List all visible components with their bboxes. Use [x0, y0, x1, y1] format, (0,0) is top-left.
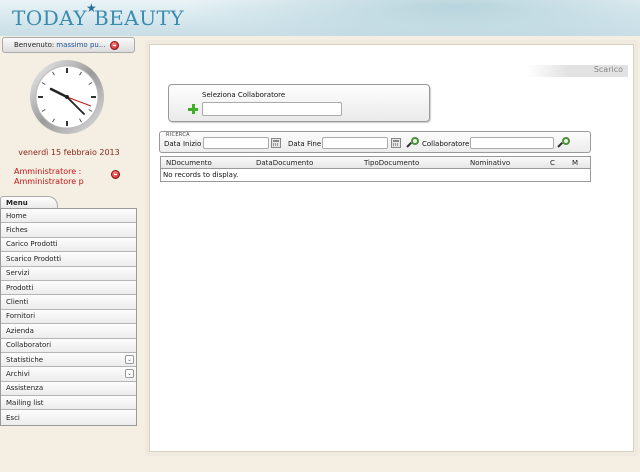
- menu-item-label: Scarico Prodotti: [6, 254, 62, 263]
- chevron-down-icon[interactable]: ⌄: [125, 369, 134, 379]
- app-logo: TODAY BEAUTY: [12, 6, 185, 30]
- documents-grid: NDocumento DataDocumento TipoDocumento N…: [160, 156, 591, 182]
- date-end-input[interactable]: [322, 137, 388, 149]
- admin-info: Amministratore : Amministratore p: [14, 167, 84, 187]
- column-m[interactable]: M: [572, 159, 578, 167]
- menu-item-label: Home: [6, 211, 27, 220]
- search-legend: RICERCA: [166, 132, 190, 138]
- welcome-bar: Benvenuto: massimo pu...: [2, 37, 135, 53]
- column-nominativo[interactable]: Nominativo: [470, 159, 510, 167]
- main-panel: Scarico Seleziona Collaboratore RICERCA …: [149, 44, 634, 452]
- menu-tab: Menu: [0, 196, 58, 208]
- column-c[interactable]: C: [550, 159, 555, 167]
- menu-item-clienti[interactable]: Clienti: [1, 295, 136, 310]
- menu-item-label: Carico Prodotti: [6, 240, 58, 249]
- analog-clock: [30, 60, 104, 134]
- collaborator-label: Seleziona Collaboratore: [202, 91, 286, 99]
- menu-item-servizi[interactable]: Servizi: [1, 266, 136, 281]
- collaborator-input[interactable]: [202, 102, 342, 116]
- add-collaborator-icon[interactable]: [188, 104, 198, 114]
- chevron-down-icon[interactable]: ⌄: [125, 355, 134, 365]
- collaborator-search-icon[interactable]: [557, 137, 570, 149]
- app-header: TODAY BEAUTY ★: [0, 0, 640, 36]
- date-end-label: Data Fine: [288, 140, 322, 148]
- logo-star-icon: ★: [86, 1, 97, 15]
- menu-item-fiches[interactable]: Fiches: [1, 223, 136, 238]
- menu-item-scarico-prodotti[interactable]: Scarico Prodotti: [1, 252, 136, 267]
- menu-item-esci[interactable]: Esci: [1, 410, 136, 425]
- menu-item-assistenza[interactable]: Assistenza: [1, 381, 136, 397]
- header-sky: [180, 0, 640, 36]
- column-datadocumento[interactable]: DataDocumento: [256, 159, 313, 167]
- menu-item-mailing-list[interactable]: Mailing list: [1, 396, 136, 411]
- menu-item-prodotti[interactable]: Prodotti: [1, 280, 136, 296]
- date-start-label: Data Inizio: [164, 140, 202, 148]
- menu-item-label: Mailing list: [6, 398, 44, 407]
- menu-item-collaboratori[interactable]: Collaboratori: [1, 338, 136, 353]
- menu-item-archivi[interactable]: Archivi ⌄: [1, 367, 136, 382]
- welcome-user[interactable]: massimo pu...: [56, 41, 105, 49]
- menu-item-carico-prodotti[interactable]: Carico Prodotti: [1, 237, 136, 253]
- welcome-label: Benvenuto:: [14, 41, 55, 49]
- menu-item-label: Archivi: [6, 369, 30, 378]
- menu-item-label: Statistiche: [6, 355, 44, 364]
- menu-item-label: Prodotti: [6, 283, 34, 292]
- admin-line-2: Amministratore p: [14, 177, 84, 186]
- menu-item-home[interactable]: Home: [1, 209, 136, 224]
- menu-item-azienda[interactable]: Azienda: [1, 324, 136, 339]
- search-collaborator-input[interactable]: [470, 137, 554, 149]
- column-tipodocumento[interactable]: TipoDocumento: [364, 159, 419, 167]
- menu-item-fornitori[interactable]: Fornitori: [1, 309, 136, 325]
- page-title: Scarico: [528, 65, 628, 77]
- menu-item-label: Assistenza: [6, 384, 44, 393]
- collaborator-selector: Seleziona Collaboratore: [168, 84, 430, 122]
- grid-header: NDocumento DataDocumento TipoDocumento N…: [161, 157, 590, 169]
- column-ndocumento[interactable]: NDocumento: [166, 159, 212, 167]
- menu-item-statistiche[interactable]: Statistiche ⌄: [1, 352, 136, 368]
- date-start-calendar-icon[interactable]: [271, 138, 281, 148]
- logout-icon[interactable]: [109, 40, 119, 50]
- menu-item-label: Clienti: [6, 298, 29, 307]
- menu-item-label: Esci: [6, 413, 20, 422]
- date-search-icon[interactable]: [406, 137, 419, 149]
- admin-logout-icon[interactable]: [111, 170, 120, 179]
- menu-item-label: Fiches: [6, 226, 28, 235]
- search-collaborator-label: Collaboratore: [422, 140, 470, 148]
- sidebar-menu: Home Fiches Carico Prodotti Scarico Prodott…: [0, 208, 137, 426]
- current-date: venerdì 15 febbraio 2013: [18, 148, 120, 157]
- grid-empty-message: No records to display.: [163, 171, 239, 179]
- date-start-input[interactable]: [203, 137, 269, 149]
- menu-item-label: Servizi: [6, 269, 30, 278]
- date-end-calendar-icon[interactable]: [391, 138, 401, 148]
- menu-item-label: Azienda: [6, 326, 34, 335]
- search-panel: RICERCA Data Inizio Data Fine Collaborat…: [159, 131, 591, 153]
- menu-item-label: Fornitori: [6, 312, 36, 321]
- admin-line-1: Amministratore :: [14, 167, 82, 176]
- menu-item-label: Collaboratori: [6, 341, 52, 350]
